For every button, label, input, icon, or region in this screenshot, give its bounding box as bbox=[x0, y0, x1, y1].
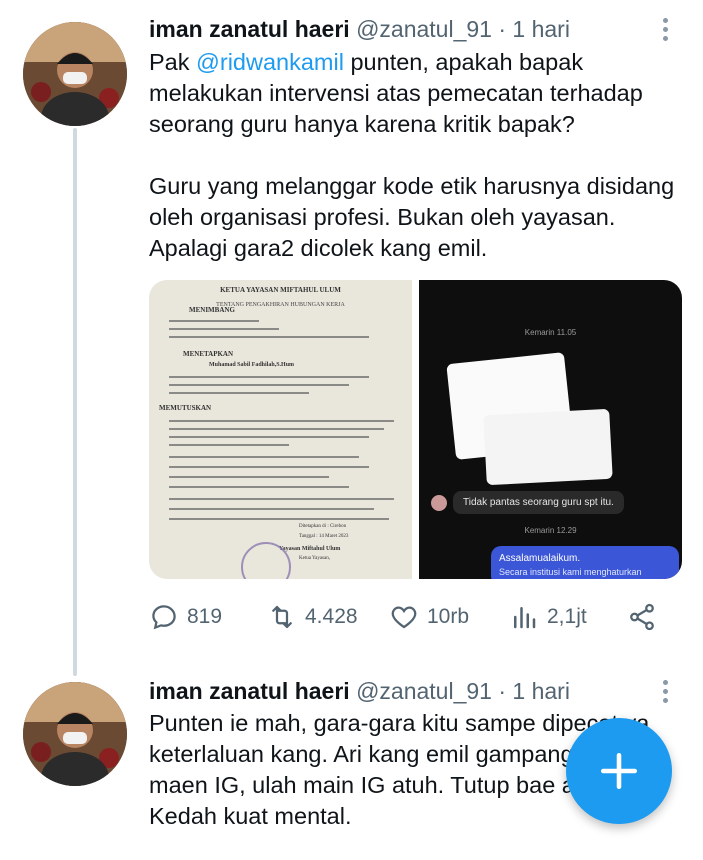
chat-msg-1: Assalamualaikum. bbox=[499, 553, 581, 564]
text-prefix: Pak bbox=[149, 49, 197, 75]
retweet-count: 4.428 bbox=[305, 605, 358, 628]
reply-count: 819 bbox=[187, 605, 223, 628]
like-button[interactable]: 10rb bbox=[389, 602, 469, 632]
author-handle[interactable]: @zanatul_91 bbox=[356, 16, 492, 42]
instagram-comment-card-2 bbox=[483, 408, 613, 486]
share-icon bbox=[630, 603, 654, 631]
heart-icon bbox=[391, 606, 417, 629]
retweet-button[interactable]: 4.428 bbox=[267, 602, 358, 632]
author-handle[interactable]: @zanatul_91 bbox=[356, 678, 492, 704]
avatar[interactable] bbox=[23, 682, 127, 786]
retweet-icon bbox=[272, 605, 292, 629]
avatar[interactable] bbox=[23, 22, 127, 126]
chat-time-1: Kemarin 11.05 bbox=[524, 328, 577, 337]
more-options-icon[interactable] bbox=[655, 14, 675, 44]
like-count: 10rb bbox=[427, 605, 470, 628]
doc-section-2: MENETAPKAN bbox=[183, 350, 234, 358]
tweet-header: iman zanatul haeri @zanatul_91 · 1 hari bbox=[149, 676, 570, 706]
author-name[interactable]: iman zanatul haeri bbox=[149, 16, 350, 42]
tweet-1[interactable]: iman zanatul haeri @zanatul_91 · 1 hari … bbox=[0, 0, 703, 670]
views-count: 2,1jt bbox=[547, 605, 587, 628]
reply-icon bbox=[152, 605, 176, 630]
doc-place: Ditetapkan di : Cirebon bbox=[299, 524, 347, 529]
separator-dot: · bbox=[498, 16, 507, 42]
avatar-small bbox=[431, 495, 447, 511]
mention-link[interactable]: @ridwankamil bbox=[196, 49, 344, 75]
more-options-icon[interactable] bbox=[655, 676, 675, 706]
doc-header: KETUA YAYASAN MIFTAHUL ULUM bbox=[220, 286, 341, 294]
tweet-time[interactable]: 1 hari bbox=[512, 16, 570, 42]
doc-section-1: MENIMBANG bbox=[189, 306, 235, 314]
author-name[interactable]: iman zanatul haeri bbox=[149, 678, 350, 704]
document-photo[interactable]: KETUA YAYASAN MIFTAHUL ULUM TENTANG PENG… bbox=[149, 280, 412, 579]
chat-time-2: Kemarin 12.29 bbox=[524, 526, 577, 535]
doc-date: Tanggal : 14 Maret 2023 bbox=[299, 534, 349, 539]
doc-role: Ketua Yayasan, bbox=[299, 556, 330, 561]
views-button[interactable]: 2,1jt bbox=[509, 602, 587, 632]
reply-button[interactable]: 819 bbox=[149, 602, 222, 632]
tweet-actions: 819 4.428 10rb 2,1jt bbox=[149, 602, 669, 638]
tweet-header: iman zanatul haeri @zanatul_91 · 1 hari bbox=[149, 14, 570, 44]
separator-dot: · bbox=[498, 678, 507, 704]
tweet-media[interactable]: KETUA YAYASAN MIFTAHUL ULUM TENTANG PENG… bbox=[149, 280, 682, 579]
chat-reply: Tidak pantas seorang guru spt itu. bbox=[453, 491, 624, 514]
tweet-time[interactable]: 1 hari bbox=[512, 678, 570, 704]
doc-section-3: MEMUTUSKAN bbox=[159, 404, 212, 412]
share-button[interactable] bbox=[627, 602, 657, 632]
doc-name: Muhamad Sabil Fadhilah,S.Hum bbox=[209, 362, 295, 368]
text-paragraph-2: Guru yang melanggar kode etik harusnya d… bbox=[149, 173, 675, 261]
views-bar-icon bbox=[514, 607, 536, 629]
compose-tweet-button[interactable] bbox=[566, 718, 672, 824]
plus-icon bbox=[600, 752, 638, 790]
doc-signature: Yayasan Miftahul Ulum bbox=[279, 546, 341, 552]
chat-sent-bubble: Assalamualaikum. Secara institusi kami m… bbox=[491, 546, 679, 579]
tweet-text: Pak @ridwankamil punten, apakah bapak me… bbox=[149, 47, 689, 264]
chat-screenshot[interactable]: Kemarin 11.05 Tidak pantas seorang guru … bbox=[419, 280, 682, 579]
chat-msg-2: Secara institusi kami menghaturkan bbox=[499, 567, 642, 577]
